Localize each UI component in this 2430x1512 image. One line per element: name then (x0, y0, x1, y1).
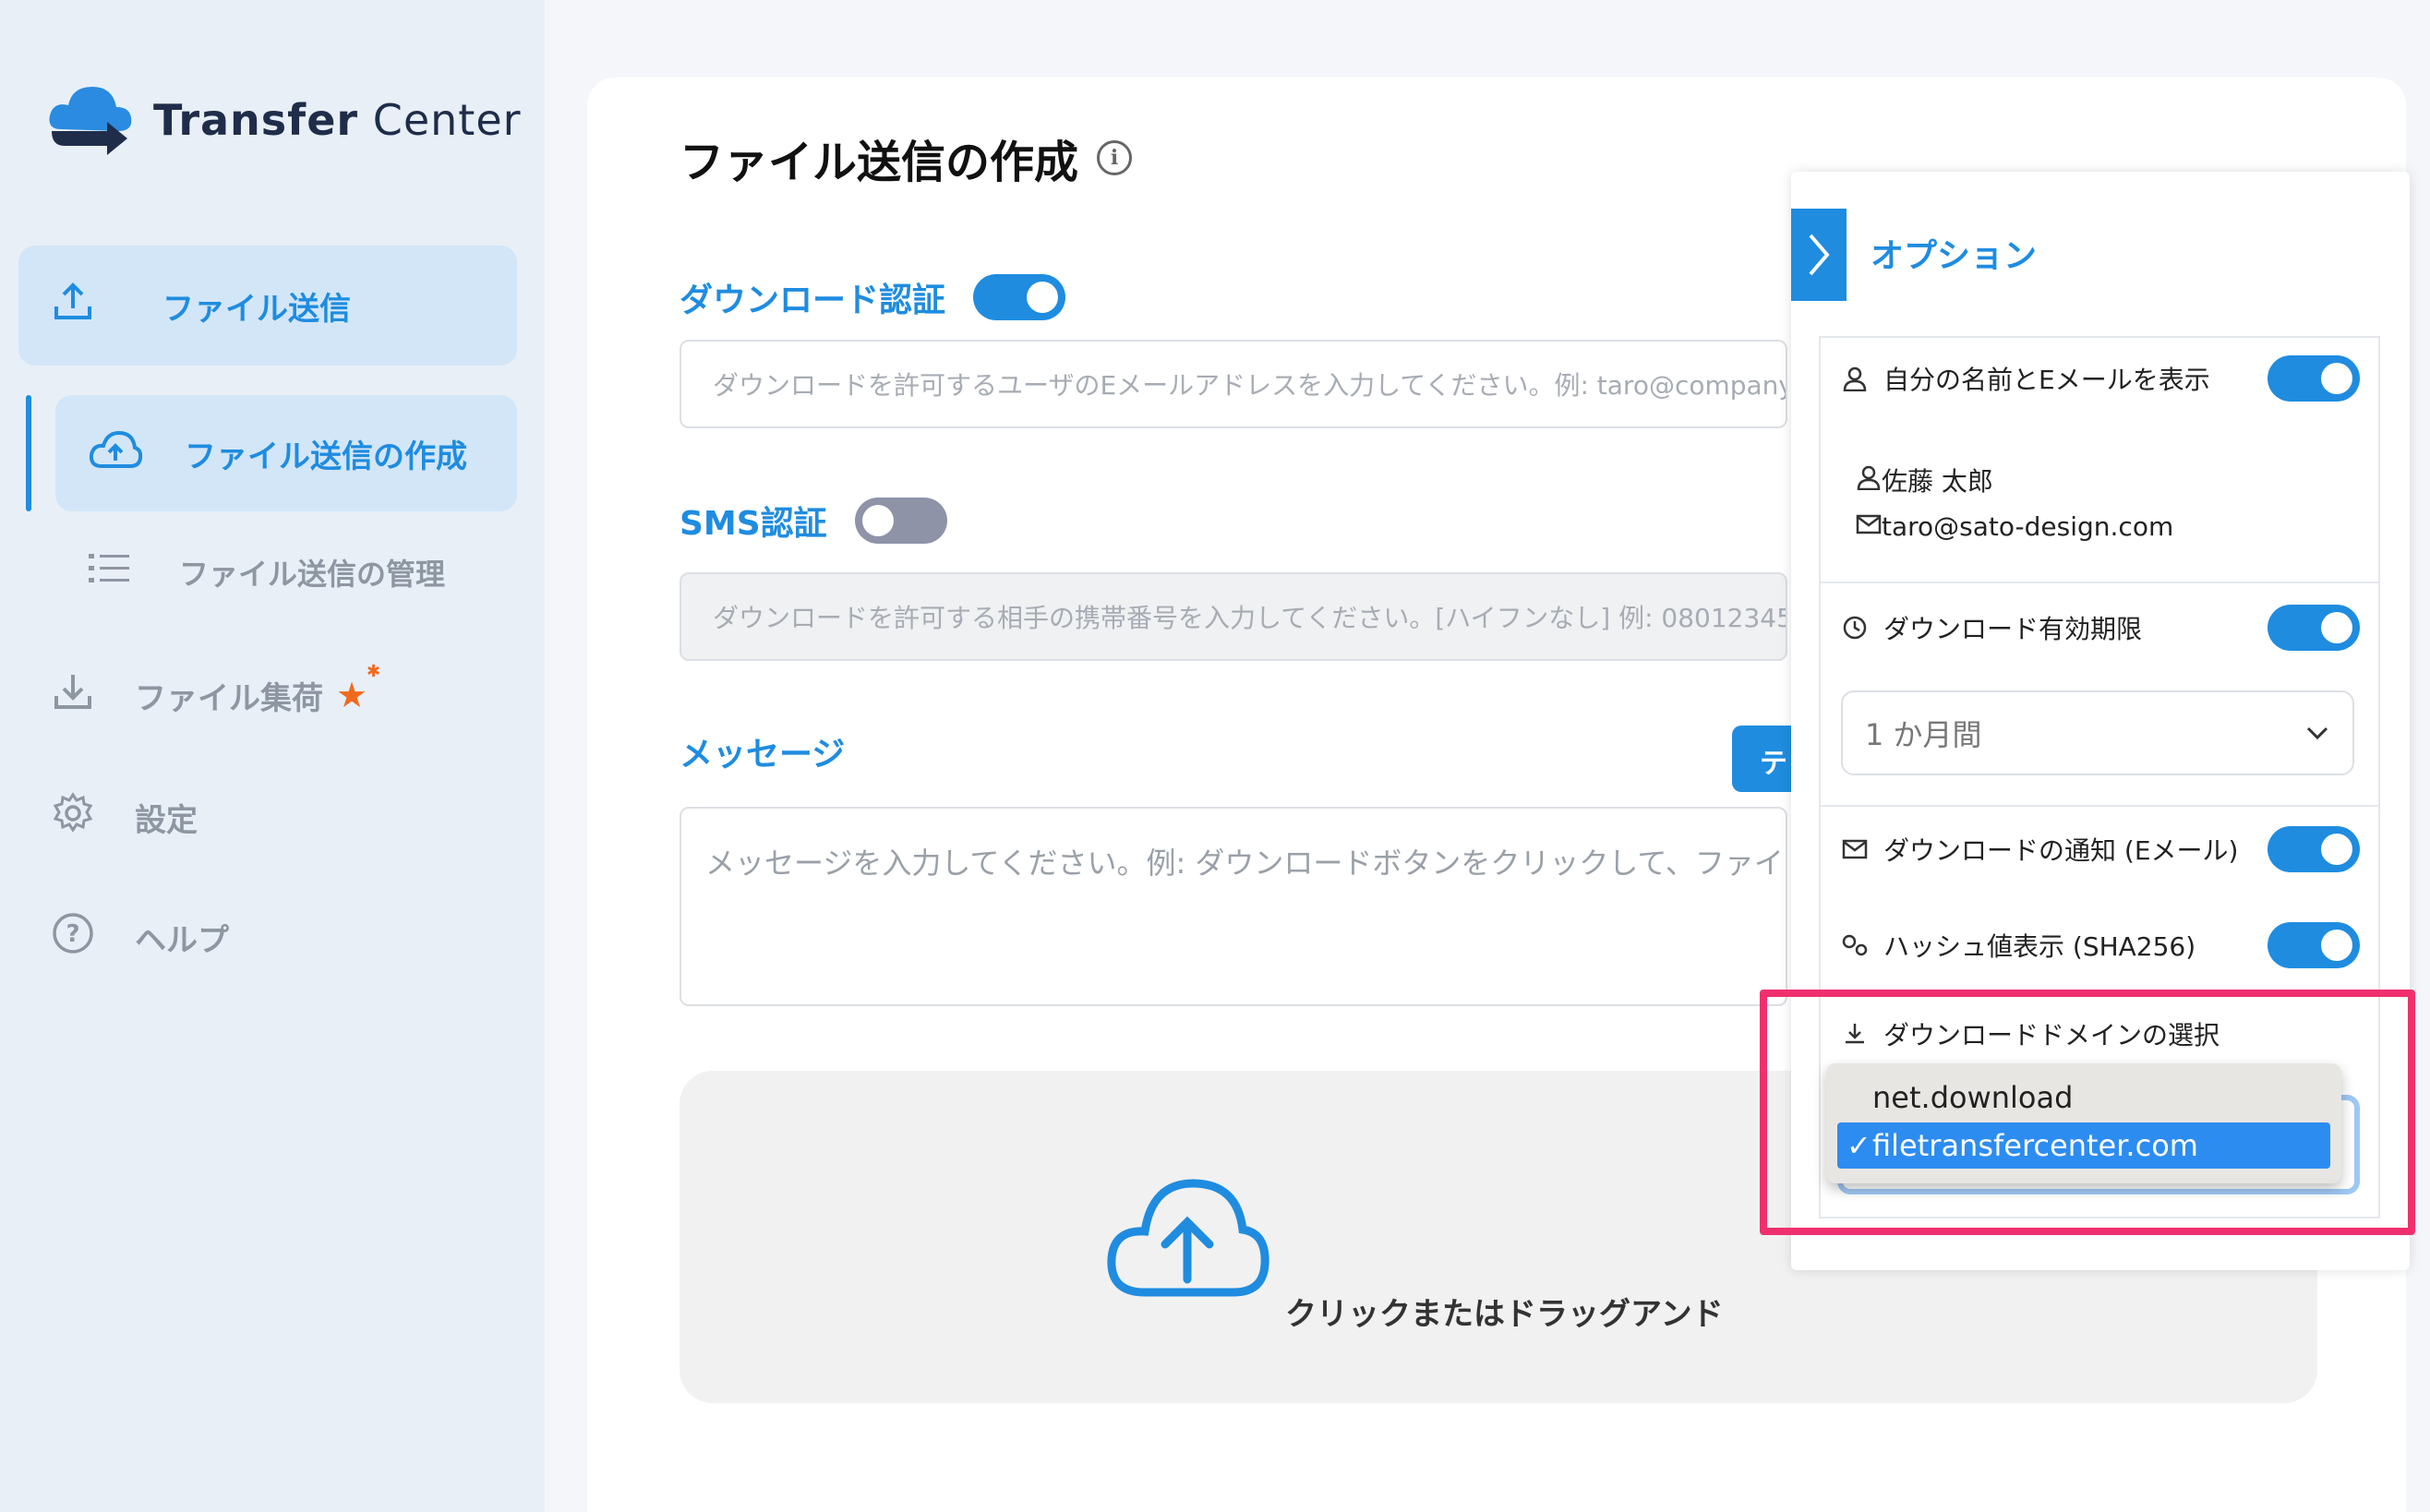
sidebar-item-label: ファイル送信の作成 (185, 438, 467, 475)
template-button[interactable]: テ (1732, 726, 1797, 792)
info-icon[interactable]: i (1097, 140, 1133, 175)
user-name: 佐藤 太郎 (1856, 462, 1993, 498)
dropzone-text: クリックまたはドラッグアンド (1285, 1296, 1724, 1333)
sms-auth-phone-input[interactable]: ダウンロードを許可する相手の携帯番号を入力してください。[ハイフンなし] 例: … (680, 572, 1787, 661)
sidebar-item-create-send[interactable]: ファイル送信の作成 (55, 395, 517, 511)
option-notify: ダウンロードの通知 (Eメール) (1839, 826, 2360, 872)
gears-icon (1839, 930, 1871, 961)
sidebar: Transfer Center ファイル送信 ファイル送信の作成 ファイル送信の… (0, 0, 545, 1512)
sidebar-item-label: ファイル送信の管理 (179, 557, 446, 592)
download-auth-toggle[interactable] (973, 274, 1066, 320)
mail-icon (1839, 834, 1871, 865)
sidebar-item-file-send[interactable]: ファイル送信 (18, 246, 517, 366)
user-icon (1856, 464, 1882, 497)
message-placeholder: メッセージを入力してください。例: ダウンロードボタンをクリックして、ファイルを (705, 846, 1787, 881)
sms-auth-label: SMS認証 (680, 497, 947, 545)
download-auth-label-text: ダウンロード認証 (680, 282, 946, 319)
user-email: taro@sato-design.com (1856, 511, 2173, 542)
download-auth-email-input[interactable]: ダウンロードを許可するユーザのEメールアドレスを入力してください。例: taro… (680, 340, 1787, 428)
options-title: オプション (1871, 237, 2038, 275)
message-label-text: メッセージ (680, 736, 846, 774)
show-name-email-toggle[interactable] (2268, 355, 2360, 402)
logo-text-bold: Transfer (153, 95, 359, 145)
option-label: ダウンロード有効期限 (1883, 614, 2143, 644)
sidebar-item-manage-send[interactable]: ファイル送信の管理 (89, 545, 445, 600)
user-email-text: taro@sato-design.com (1882, 511, 2174, 542)
sidebar-item-help[interactable]: ? ヘルプ (52, 905, 229, 969)
sidebar-item-label: ファイル集荷 (135, 679, 323, 717)
expiry-select-value: 1 か月間 (1865, 717, 1982, 752)
user-name-text: 佐藤 太郎 (1882, 466, 1993, 497)
sidebar-item-label: ヘルプ (135, 921, 229, 959)
download-auth-placeholder: ダウンロードを許可するユーザのEメールアドレスを入力してください。例: taro… (713, 370, 1787, 401)
mail-icon (1856, 511, 1882, 542)
sms-auth-label-text: SMS認証 (680, 505, 827, 543)
divider (1821, 805, 2378, 807)
download-icon (52, 670, 94, 721)
logo-text-light: Center (372, 95, 522, 145)
cloud-upload-icon (89, 429, 143, 478)
sidebar-item-settings[interactable]: 設定 (52, 785, 198, 849)
upload-icon (52, 281, 107, 331)
sidebar-item-label: ファイル送信 (162, 290, 351, 328)
notify-toggle[interactable] (2268, 826, 2360, 872)
sms-auth-placeholder: ダウンロードを許可する相手の携帯番号を入力してください。[ハイフンなし] 例: … (713, 603, 1787, 633)
option-label: 自分の名前とEメールを表示 (1883, 365, 2210, 395)
chevron-right-icon (1809, 234, 1830, 276)
gear-icon (52, 791, 94, 843)
download-auth-label: ダウンロード認証 (680, 273, 1066, 321)
message-label: メッセージ (680, 727, 845, 775)
expiry-select[interactable]: 1 か月間 (1841, 690, 2354, 775)
sms-auth-toggle[interactable] (854, 498, 947, 544)
option-label: ダウンロードの通知 (Eメール) (1883, 835, 2239, 866)
clock-icon (1839, 612, 1871, 643)
option-hash: ハッシュ値表示 (SHA256) (1839, 922, 2360, 968)
help-icon: ? (52, 912, 94, 963)
new-badge-star-icon: ★ ✱ (336, 662, 381, 715)
sidebar-item-file-collect[interactable]: ファイル集荷 ★ ✱ (52, 662, 381, 727)
active-indicator (26, 395, 31, 511)
user-icon (1839, 363, 1871, 394)
expiry-toggle[interactable] (2268, 605, 2360, 651)
logo[interactable]: Transfer Center (42, 74, 522, 166)
sidebar-item-label: 設定 (135, 801, 198, 839)
cloud-upload-icon (1107, 1179, 1269, 1297)
hash-toggle[interactable] (2268, 922, 2360, 968)
svg-text:?: ? (66, 920, 79, 948)
divider (1821, 582, 2378, 583)
logo-cloud-icon (49, 87, 132, 155)
message-textarea[interactable]: メッセージを入力してください。例: ダウンロードボタンをクリックして、ファイルを (680, 807, 1787, 1006)
option-label: ハッシュ値表示 (SHA256) (1883, 931, 2196, 962)
chevron-down-icon (2306, 726, 2328, 740)
collapse-panel-button[interactable] (1791, 209, 1847, 301)
page-title-text: ファイル送信の作成 (680, 137, 1079, 188)
page-title: ファイル送信の作成 i (680, 126, 1133, 190)
highlight-box (1760, 990, 2415, 1235)
option-expiry: ダウンロード有効期限 (1839, 605, 2360, 651)
list-icon (89, 552, 129, 593)
option-show-name-email: 自分の名前とEメールを表示 (1839, 355, 2360, 402)
